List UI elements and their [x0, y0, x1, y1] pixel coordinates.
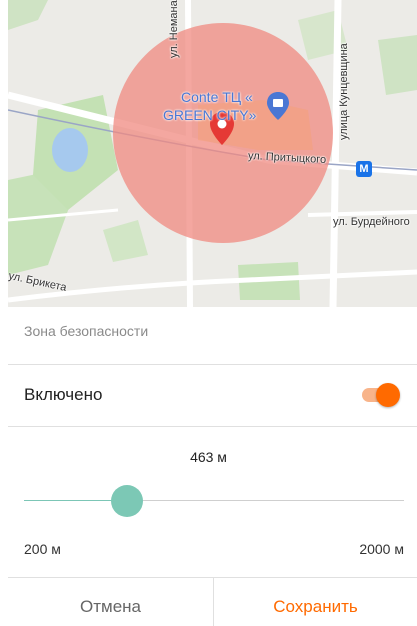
cancel-button[interactable]: Отмена — [8, 578, 213, 626]
range-min-label: 200 м — [24, 541, 61, 557]
toggle-thumb — [376, 383, 400, 407]
street-label-burdeynogo: ул. Бурдейного — [333, 216, 410, 228]
metro-icon: M — [356, 161, 372, 177]
safety-zone-screen: ул. Немана улица Кунцевщина ул. Притыцко… — [0, 0, 417, 626]
street-label-kuntsevshchina: улица Кунцевщина — [338, 43, 350, 140]
enabled-toggle[interactable] — [362, 383, 400, 407]
radius-value: 463 м — [190, 449, 227, 465]
enabled-label: Включено — [24, 385, 103, 404]
map-view[interactable]: ул. Немана улица Кунцевщина ул. Притыцко… — [8, 0, 417, 307]
poi-name-line1: Conte ТЦ « — [181, 89, 253, 105]
slider-thumb[interactable] — [111, 485, 144, 517]
range-max-label: 2000 м — [359, 541, 404, 557]
section-title: Зона безопасности — [24, 323, 149, 339]
enabled-row[interactable]: Включено — [8, 365, 417, 426]
map-canvas — [8, 0, 417, 307]
poi-name-line2: GREEN CITY» — [163, 107, 257, 123]
save-button[interactable]: Сохранить — [214, 578, 417, 626]
radius-slider[interactable] — [24, 480, 404, 522]
divider — [8, 426, 417, 427]
street-label-nemana: ул. Немана — [168, 0, 180, 58]
dialog-actions: Отмена Сохранить — [8, 577, 417, 626]
